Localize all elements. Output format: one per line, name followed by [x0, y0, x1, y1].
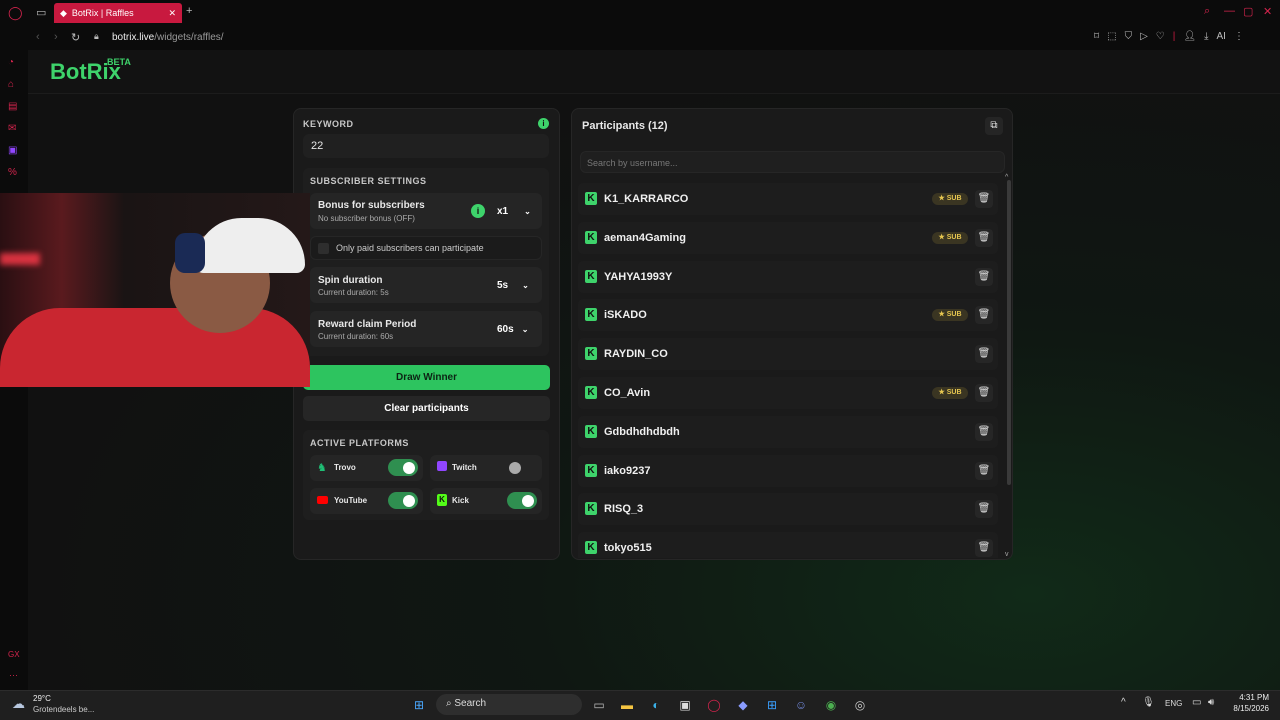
participant-row: K Gdbdhdhdbdh 🗑︎ [578, 415, 998, 448]
participant-row: K CO_Avin ★ SUB 🗑︎ [578, 377, 998, 409]
participant-row: K YAHYA1993Y 🗑︎ [578, 260, 998, 293]
kick-icon: K [585, 424, 597, 438]
app-grid-icon[interactable]: ⊞ [763, 696, 781, 714]
participant-row: K K1_KARRARCO ★ SUB 🗑︎ [578, 183, 998, 215]
kick-icon: K [585, 502, 597, 516]
delete-participant-icon[interactable]: 🗑︎ [975, 422, 993, 441]
weather-icon[interactable]: ☁ [12, 696, 25, 712]
participant-row: K RISQ_3 🗑︎ [578, 493, 998, 526]
gx-icon[interactable]: GX [8, 650, 20, 659]
volume-icon[interactable]: 🔊︎ [1208, 697, 1214, 708]
clock-date: 8/15/2026 [1233, 704, 1269, 713]
webcam-person-cap [195, 218, 305, 273]
participant-name: tokyo515 [604, 542, 652, 555]
sub-badge-label: SUB [946, 311, 962, 319]
participant-name: RISQ_3 [604, 503, 644, 516]
weather-desc: Grotendeels be... [33, 705, 95, 714]
clock-time: 4:31 PM [1239, 693, 1269, 702]
file-explorer-icon[interactable]: ▬ [618, 696, 636, 714]
kick-icon: K [585, 463, 597, 477]
sub-badge-label: SUB [946, 195, 962, 202]
sub-badge: ★ SUB [932, 231, 968, 244]
participant-name: iSKADO [604, 309, 647, 322]
sub-badge-label: SUB [946, 389, 962, 396]
scroll-down-icon[interactable]: v [1005, 551, 1009, 558]
delete-participant-icon[interactable]: 🗑︎ [975, 461, 993, 480]
participant-name: aeman4Gaming [604, 231, 686, 244]
webcam-overlay [0, 193, 310, 387]
kick-icon: K [585, 347, 597, 361]
store-app-icon[interactable]: ▣ [676, 696, 694, 714]
star-icon: ★ [938, 233, 947, 241]
star-icon: ★ [938, 389, 947, 396]
windows-start-icon[interactable]: ⊞ [410, 696, 428, 714]
webcam-person-shirt [0, 308, 310, 387]
windows-taskbar [0, 690, 1280, 720]
participant-row: KiSKADO ★ SUB 🗑︎ [578, 299, 998, 332]
delete-participant-icon[interactable]: 🗑︎ [975, 267, 993, 286]
participant-name: RAYDIN_CO [604, 348, 668, 361]
participant-name: iako9237 [604, 464, 651, 477]
opera-gx-icon[interactable]: ◯ [705, 696, 723, 714]
kick-icon: K [585, 269, 597, 283]
participant-row: K RAYDIN_CO 🗑︎ [578, 338, 998, 371]
neon-light [0, 253, 40, 265]
star-icon: ★ [938, 311, 947, 319]
obs-icon[interactable]: ◎ [851, 696, 869, 714]
taskbar-search[interactable]: ⌕ Search [436, 694, 582, 715]
task-view-icon[interactable]: ▭ [590, 696, 608, 714]
sidebar-more-icon[interactable]: ··· [9, 670, 18, 680]
chrome-icon[interactable]: ◉ [822, 696, 840, 714]
scroll-up-icon[interactable]: ^ [1005, 174, 1008, 181]
media-app-icon[interactable]: ◆ [734, 696, 752, 714]
weather-temp: 29°C [33, 694, 51, 703]
sub-badge: ★ SUB [932, 387, 968, 399]
delete-participant-icon[interactable]: 🗑︎ [975, 345, 993, 364]
participant-name: YAHYA1993Y [604, 270, 673, 283]
scrollbar[interactable] [1007, 180, 1011, 485]
participant-name: K1_KARRARCO [604, 193, 689, 205]
kick-icon: K [585, 192, 597, 205]
headphones [175, 233, 205, 273]
network-icon[interactable]: ▭ [1192, 697, 1201, 708]
participant-row: Kaeman4Gaming ★ SUB 🗑︎ [578, 221, 998, 254]
sub-badge: ★ SUB [932, 309, 968, 322]
microphone-icon[interactable]: 🎙︎ [1142, 697, 1155, 708]
sub-badge: ★ SUB [932, 193, 968, 205]
language-indicator[interactable]: ENG [1165, 699, 1182, 708]
edge-icon[interactable]: ◐ [647, 696, 665, 714]
tray-expand-icon[interactable]: ^ [1121, 697, 1126, 708]
kick-icon: K [585, 230, 597, 244]
delete-participant-icon[interactable]: 🗑︎ [975, 190, 993, 208]
star-icon: ★ [938, 195, 947, 202]
discord-icon[interactable]: ☺ [792, 696, 810, 714]
kick-icon: K [585, 541, 597, 555]
sub-badge-label: SUB [946, 233, 962, 241]
taskbar-search-label: Search [454, 698, 487, 709]
participant-name: Gdbdhdhdbdh [604, 425, 680, 438]
clock[interactable]: 4:31 PM 8/15/2026 [1229, 693, 1269, 713]
delete-participant-icon[interactable]: 🗑︎ [975, 500, 993, 519]
delete-participant-icon[interactable]: 🗑︎ [975, 228, 993, 247]
delete-participant-icon[interactable]: 🗑︎ [975, 384, 993, 402]
delete-participant-icon[interactable]: 🗑︎ [975, 306, 993, 325]
participant-row: Kiako9237 🗑︎ [578, 454, 998, 487]
kick-icon: K [585, 386, 597, 399]
kick-icon: K [585, 308, 597, 322]
participant-name: CO_Avin [604, 387, 651, 399]
delete-participant-icon[interactable]: 🗑︎ [975, 539, 993, 558]
participant-row: Ktokyo515 🗑︎ [578, 532, 998, 558]
